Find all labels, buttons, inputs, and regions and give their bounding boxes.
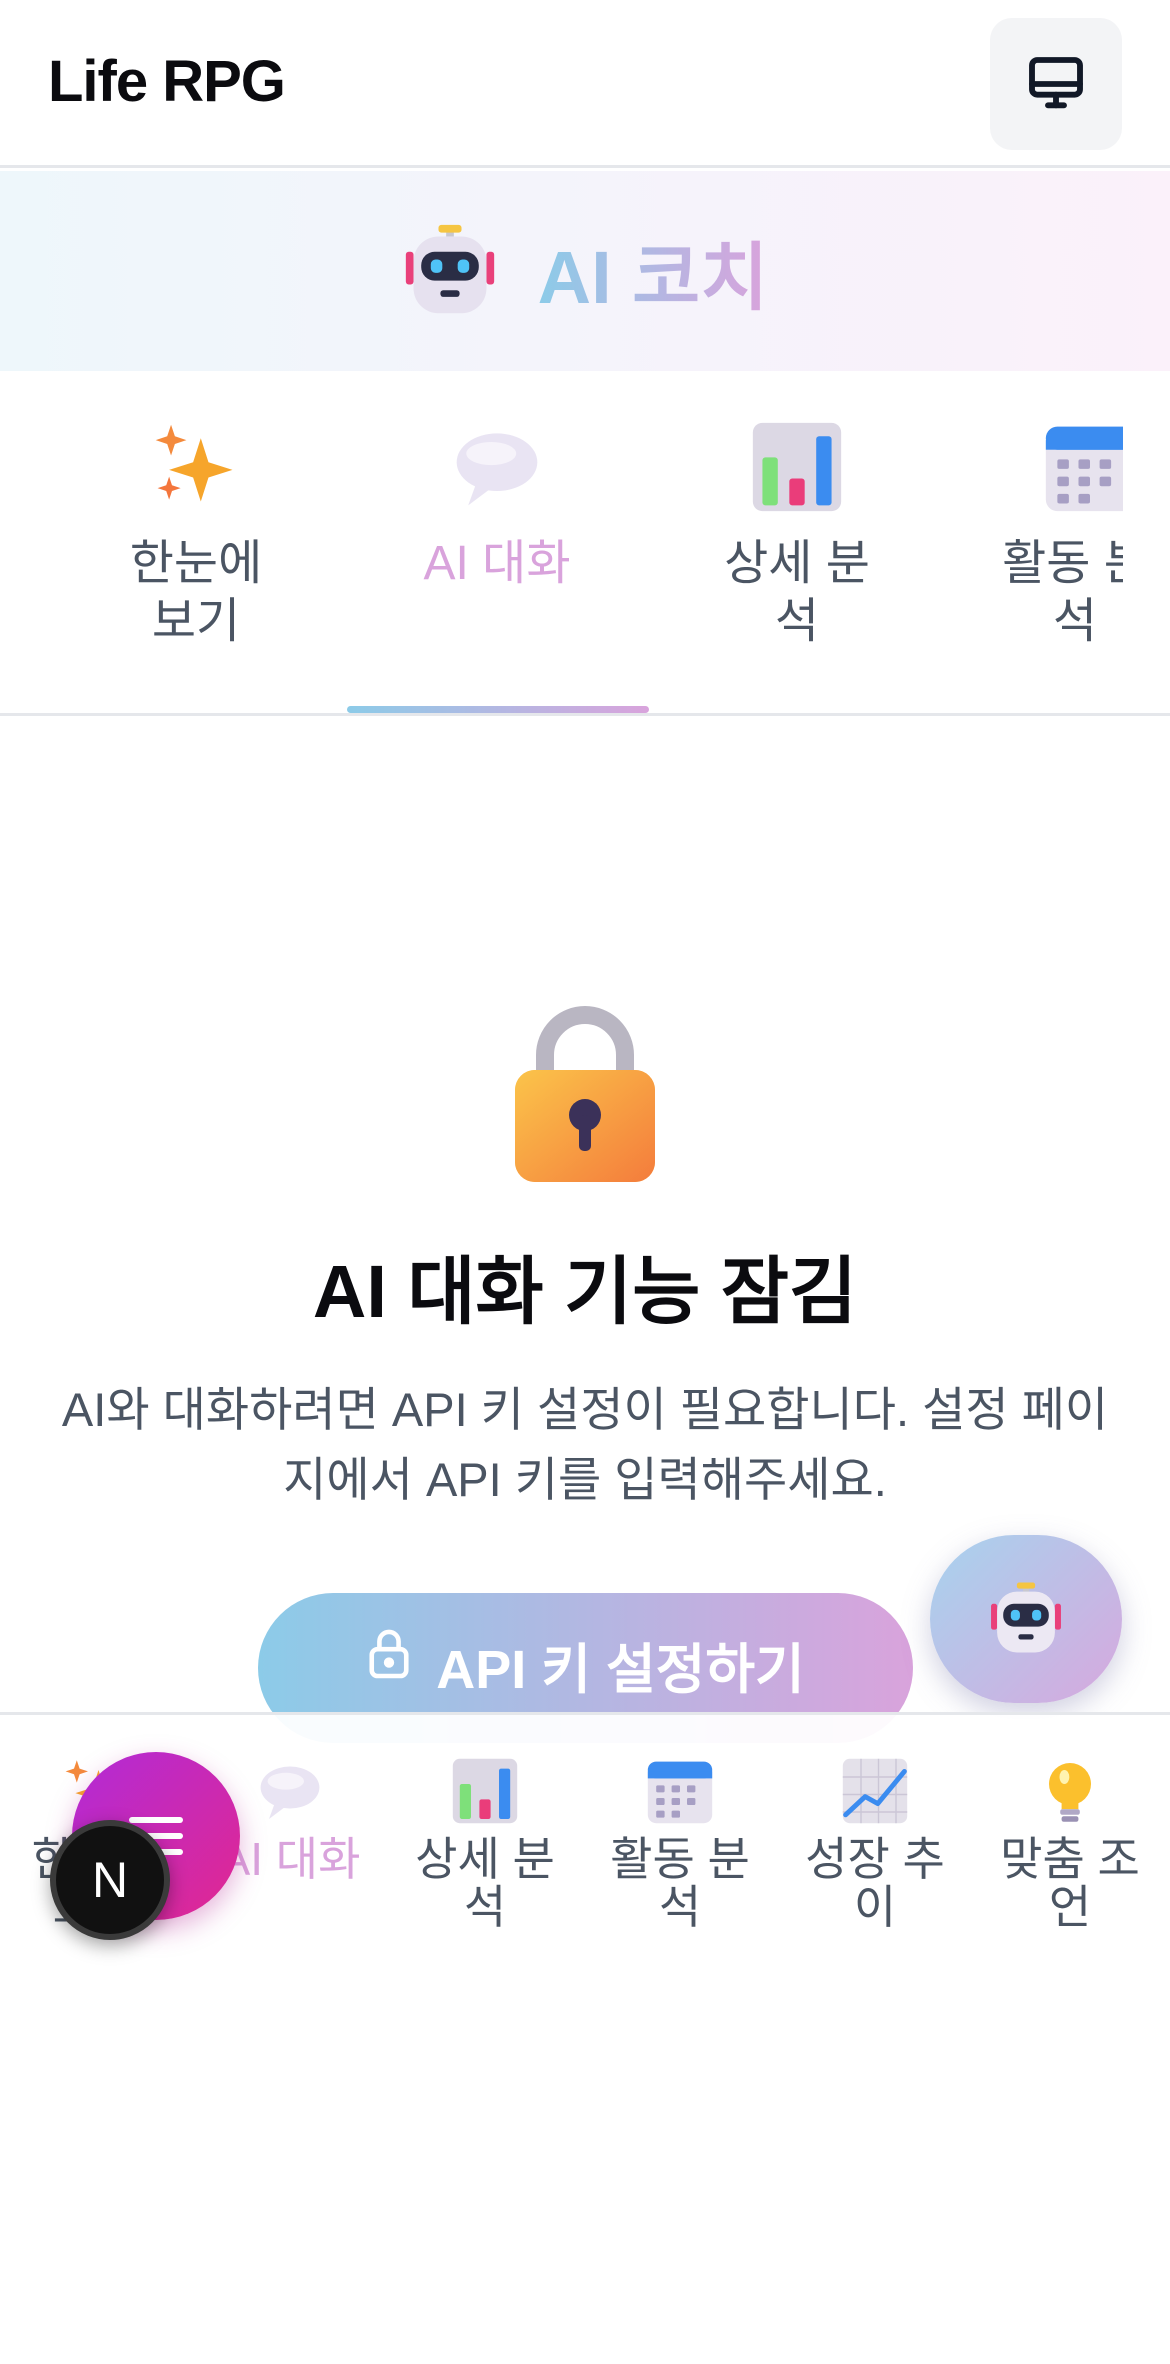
tab-label: 활동 분석 bbox=[1002, 537, 1123, 648]
banner-title: AI 코치 bbox=[538, 218, 769, 325]
bottom-nav-label: 맞춤 조언 bbox=[1000, 1833, 1140, 1933]
robot-icon bbox=[991, 1582, 1061, 1653]
ai-coach-fab[interactable] bbox=[930, 1535, 1122, 1703]
sparkles-icon bbox=[148, 419, 244, 515]
locked-description: AI와 대화하려면 API 키 설정이 필요합니다. 설정 페이지에서 API … bbox=[61, 1383, 1109, 1506]
bar-chart-icon bbox=[749, 419, 845, 515]
tab-detailed-analysis[interactable]: 상세 분석 bbox=[647, 371, 947, 713]
line-chart-icon bbox=[837, 1753, 913, 1829]
calendar-icon bbox=[642, 1753, 718, 1829]
bottom-nav-label: 성장 추이 bbox=[805, 1833, 945, 1933]
badge-letter: N bbox=[91, 1852, 129, 1908]
lock-icon bbox=[515, 1006, 655, 1182]
tab-activity-analysis[interactable]: 활동 분석 bbox=[947, 371, 1123, 713]
speech-bubble-icon bbox=[252, 1753, 328, 1829]
calendar-icon bbox=[1042, 419, 1123, 515]
app-header: Life RPG bbox=[0, 0, 1170, 168]
locked-title: AI 대화 기능 잠김 bbox=[312, 1250, 858, 1333]
bottom-nav-growth-trend[interactable]: 성장 추이 bbox=[780, 1753, 970, 1931]
tab-label: AI 대화 bbox=[423, 537, 571, 590]
device-toggle-button[interactable] bbox=[990, 18, 1122, 150]
ai-coach-banner: AI 코치 bbox=[0, 171, 1170, 371]
monitor-icon bbox=[1029, 57, 1083, 109]
bottom-nav-activity-analysis[interactable]: 활동 분석 bbox=[585, 1753, 775, 1931]
bottom-nav-label: 상세 분석 bbox=[415, 1833, 555, 1933]
tab-bar: 한눈에 보기 AI 대화 상세 분석 활동 석 bbox=[0, 371, 1170, 716]
bottom-nav-detailed-analysis[interactable]: 상세 분석 bbox=[390, 1753, 580, 1931]
bottom-nav-advice[interactable]: 맞춤 조언 bbox=[975, 1753, 1165, 1931]
lock-icon bbox=[369, 1629, 409, 1679]
tab-ai-chat[interactable]: AI 대화 bbox=[347, 371, 647, 713]
bottom-nav-label: 활동 분석 bbox=[610, 1833, 750, 1933]
dev-tools-badge[interactable]: N bbox=[50, 1820, 170, 1940]
tab-label: 상세 분석 bbox=[724, 537, 870, 648]
app-title: Life RPG bbox=[48, 49, 286, 114]
set-api-key-label: API 키 설정하기 bbox=[436, 1640, 805, 1700]
robot-icon bbox=[405, 224, 494, 314]
tab-overview[interactable]: 한눈에 보기 bbox=[46, 371, 346, 713]
light-bulb-icon bbox=[1032, 1753, 1108, 1829]
bar-chart-icon bbox=[447, 1753, 523, 1829]
active-tab-indicator bbox=[347, 706, 649, 713]
speech-bubble-icon bbox=[449, 419, 545, 515]
tab-label: 한눈에 보기 bbox=[129, 537, 263, 648]
